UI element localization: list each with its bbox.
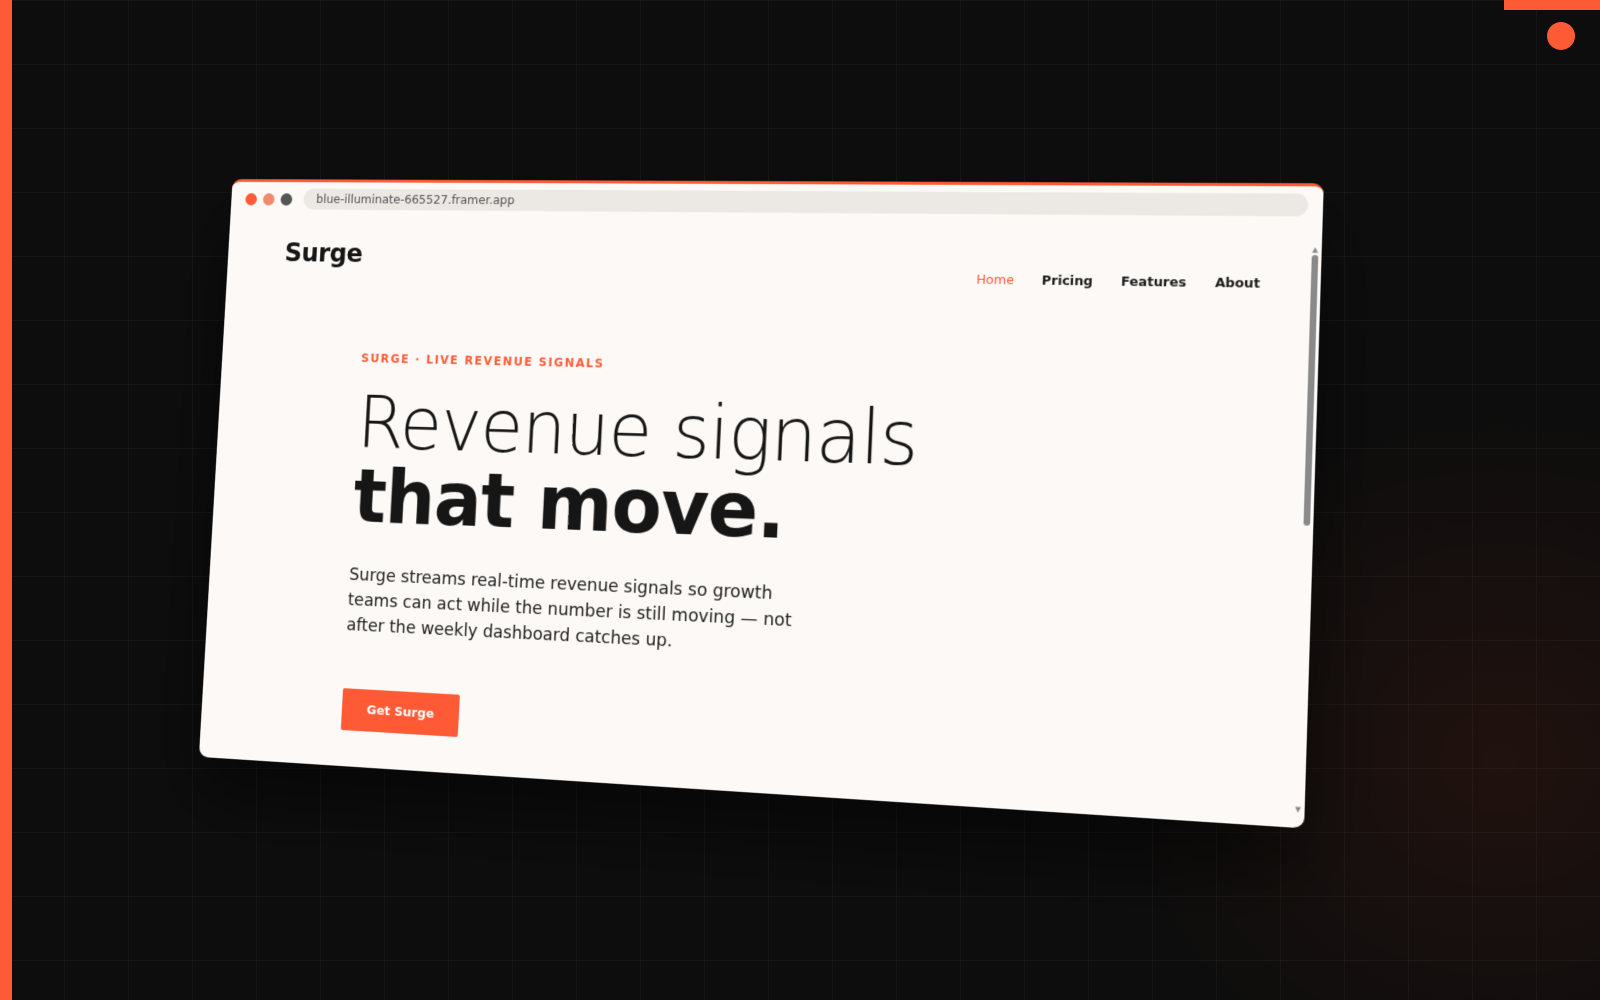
nav-about[interactable]: About (1215, 275, 1261, 291)
hero-eyebrow: SURGE · LIVE REVENUE SIGNALS (361, 351, 921, 377)
site-nav: Home Pricing Features About (976, 272, 1260, 291)
site-logo[interactable]: Surge (284, 238, 363, 268)
page-scrollbar[interactable]: ▲ ▼ (1295, 247, 1319, 813)
maximize-window-dot[interactable] (280, 193, 292, 205)
triangle-down-icon[interactable]: ▼ (1295, 806, 1302, 813)
browser-titlebar: blue-illuminate-665527.framer.app (230, 182, 1324, 236)
browser-window: blue-illuminate-665527.framer.app Surge … (199, 179, 1324, 828)
get-surge-button[interactable]: Get Surge (341, 688, 460, 737)
nav-features[interactable]: Features (1121, 273, 1187, 289)
address-bar[interactable]: blue-illuminate-665527.framer.app (303, 189, 1308, 217)
minimize-window-dot[interactable] (263, 193, 275, 205)
hero-section: SURGE · LIVE REVENUE SIGNALS Revenue sig… (341, 351, 921, 763)
scene: blue-illuminate-665527.framer.app Surge … (0, 0, 1600, 1000)
nav-home[interactable]: Home (976, 272, 1014, 288)
hero-subtext: Surge streams real-time revenue signals … (346, 562, 796, 660)
triangle-up-icon[interactable]: ▲ (1312, 247, 1319, 253)
close-window-dot[interactable] (245, 193, 257, 205)
scrollbar-thumb[interactable] (1303, 255, 1318, 526)
nav-pricing[interactable]: Pricing (1042, 272, 1094, 288)
